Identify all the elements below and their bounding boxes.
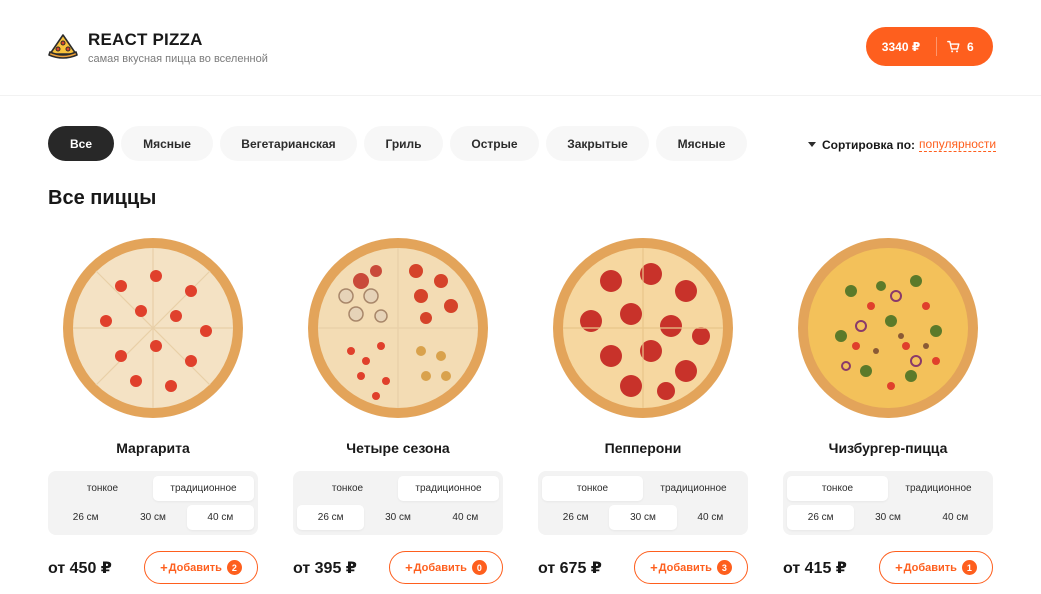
size-30[interactable]: 30 см: [119, 505, 186, 530]
pizza-name: Чизбургер-пицца: [828, 440, 948, 456]
page-title: Все пиццы: [48, 187, 157, 209]
pizza-price: от 675 ₽: [538, 559, 602, 577]
caret-down-icon: [808, 142, 816, 147]
size-26[interactable]: 26 см: [52, 505, 119, 530]
cart-button[interactable]: 3340 ₽ 6: [866, 27, 993, 66]
count-badge: 1: [961, 560, 977, 575]
pizza-options: тонкое традиционное 26 см 30 см 40 см: [538, 471, 748, 535]
category-spicy[interactable]: Острые: [450, 126, 539, 161]
pizza-options: тонкое традиционное 26 см 30 см 40 см: [783, 471, 993, 535]
add-label: Добавить: [658, 561, 712, 574]
size-30[interactable]: 30 см: [364, 505, 431, 530]
dough-thin[interactable]: тонкое: [542, 476, 643, 501]
category-meat-2[interactable]: Мясные: [656, 126, 747, 161]
sort-label: Сортировка по:: [822, 137, 916, 152]
pizza-image-margarita: [63, 238, 243, 418]
dough-traditional[interactable]: традиционное: [643, 476, 744, 501]
pizza-price: от 395 ₽: [293, 559, 357, 577]
app-subtitle: самая вкусная пицца во вселенной: [88, 53, 268, 65]
add-label: Добавить: [413, 561, 467, 574]
plus-icon: +: [650, 560, 658, 575]
pizza-slice-icon: [48, 34, 78, 59]
size-30[interactable]: 30 см: [854, 505, 921, 530]
sort-control[interactable]: Сортировка по: популярности: [808, 137, 997, 152]
pizza-image-four-seasons: [308, 238, 488, 418]
category-list: Все Мясные Вегетарианская Гриль Острые З…: [48, 126, 754, 161]
pizza-name: Пепперони: [604, 440, 682, 456]
add-to-cart-button[interactable]: + Добавить 3: [634, 551, 748, 584]
header: REACT PIZZA самая вкусная пицца во вселе…: [0, 0, 1041, 96]
pizza-card: Маргарита тонкое традиционное 26 см 30 с…: [48, 236, 258, 584]
dough-thin[interactable]: тонкое: [787, 476, 888, 501]
pizza-name: Маргарита: [116, 440, 190, 456]
pizza-options: тонкое традиционное 26 см 30 см 40 см: [293, 471, 503, 535]
count-badge: 2: [226, 560, 242, 575]
cart-count: 6: [967, 39, 974, 54]
logo[interactable]: REACT PIZZA самая вкусная пицца во вселе…: [47, 30, 268, 65]
pizza-card: Четыре сезона тонкое традиционное 26 см …: [293, 236, 503, 584]
add-to-cart-button[interactable]: + Добавить 0: [389, 551, 503, 584]
cart-icon: [947, 40, 960, 53]
pizza-card: Чизбургер-пицца тонкое традиционное 26 с…: [783, 236, 993, 584]
add-to-cart-button[interactable]: + Добавить 1: [879, 551, 993, 584]
pizza-price: от 415 ₽: [783, 559, 847, 577]
category-meat[interactable]: Мясные: [121, 126, 213, 161]
dough-thin[interactable]: тонкое: [297, 476, 398, 501]
add-to-cart-button[interactable]: + Добавить 2: [144, 551, 258, 584]
pizza-image-pepperoni: [553, 238, 733, 418]
dough-traditional[interactable]: традиционное: [398, 476, 499, 501]
add-label: Добавить: [168, 561, 222, 574]
dough-thin[interactable]: тонкое: [52, 476, 153, 501]
plus-icon: +: [895, 560, 903, 575]
category-grill[interactable]: Гриль: [364, 126, 443, 161]
size-26[interactable]: 26 см: [297, 505, 365, 530]
size-30[interactable]: 30 см: [609, 505, 677, 530]
dough-traditional[interactable]: традиционное: [153, 476, 254, 501]
count-badge: 0: [471, 560, 487, 575]
size-40[interactable]: 40 см: [186, 505, 254, 530]
size-26[interactable]: 26 см: [542, 505, 609, 530]
sort-value[interactable]: популярности: [919, 137, 997, 152]
pizza-image-cheeseburger: [798, 238, 978, 418]
dough-traditional[interactable]: традиционное: [888, 476, 989, 501]
pizza-name: Четыре сезона: [346, 440, 450, 456]
size-26[interactable]: 26 см: [787, 505, 855, 530]
size-40[interactable]: 40 см: [677, 505, 744, 530]
size-40[interactable]: 40 см: [922, 505, 989, 530]
pizza-price: от 450 ₽: [48, 559, 112, 577]
category-vegetarian[interactable]: Вегетарианская: [220, 126, 357, 161]
category-all[interactable]: Все: [48, 126, 114, 161]
pizza-card: Пепперони тонкое традиционное 26 см 30 с…: [538, 236, 748, 584]
app-title: REACT PIZZA: [88, 30, 203, 49]
pizza-options: тонкое традиционное 26 см 30 см 40 см: [48, 471, 258, 535]
plus-icon: +: [405, 560, 413, 575]
cart-total: 3340 ₽: [881, 39, 921, 54]
plus-icon: +: [160, 560, 168, 575]
size-40[interactable]: 40 см: [432, 505, 499, 530]
add-label: Добавить: [903, 561, 957, 574]
category-closed[interactable]: Закрытые: [546, 126, 649, 161]
count-badge: 3: [716, 560, 732, 575]
